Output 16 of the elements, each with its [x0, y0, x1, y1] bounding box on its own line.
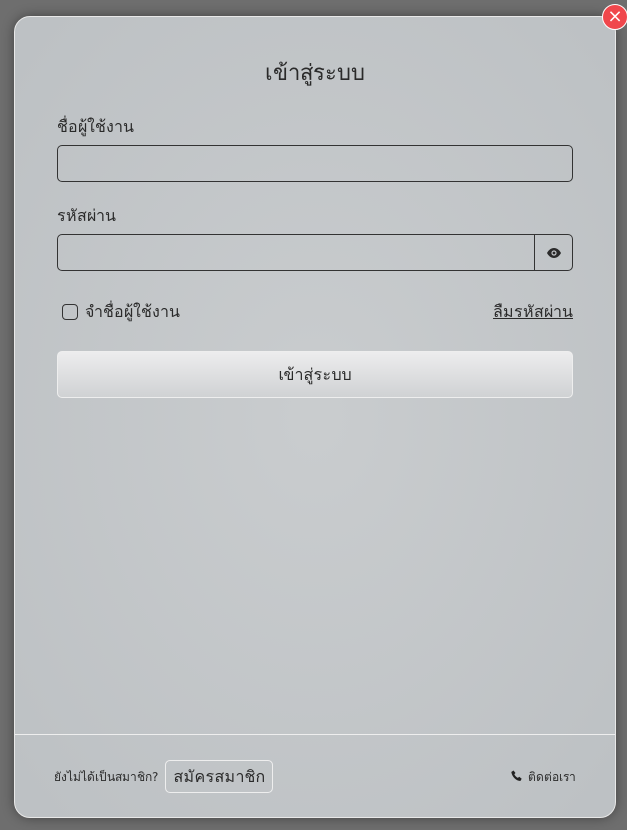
eye-icon	[546, 248, 560, 258]
login-button[interactable]: เข้าสู่ระบบ	[57, 351, 573, 398]
remember-checkbox[interactable]	[62, 304, 78, 320]
show-password-button[interactable]	[535, 234, 573, 271]
username-label: ชื่อผู้ใช้งาน	[57, 115, 134, 138]
contact-link[interactable]: ติดต่อเรา	[528, 766, 576, 786]
phone-icon	[511, 770, 523, 782]
password-field[interactable]	[57, 234, 535, 271]
register-button[interactable]: สมัครสมาชิก	[165, 760, 274, 792]
remember-label: จำชื่อผู้ใช้งาน	[85, 300, 180, 324]
dialog-title: เข้าสู่ระบบ	[265, 60, 365, 88]
close-button[interactable]: ×	[602, 4, 627, 30]
password-label: รหัสผ่าน	[57, 205, 116, 227]
forgot-password-link[interactable]: ลืมรหัสผ่าน	[493, 299, 573, 324]
username-field[interactable]	[57, 145, 573, 182]
not-member-text: ยังไม่ได้เป็นสมาชิก?	[54, 768, 158, 786]
